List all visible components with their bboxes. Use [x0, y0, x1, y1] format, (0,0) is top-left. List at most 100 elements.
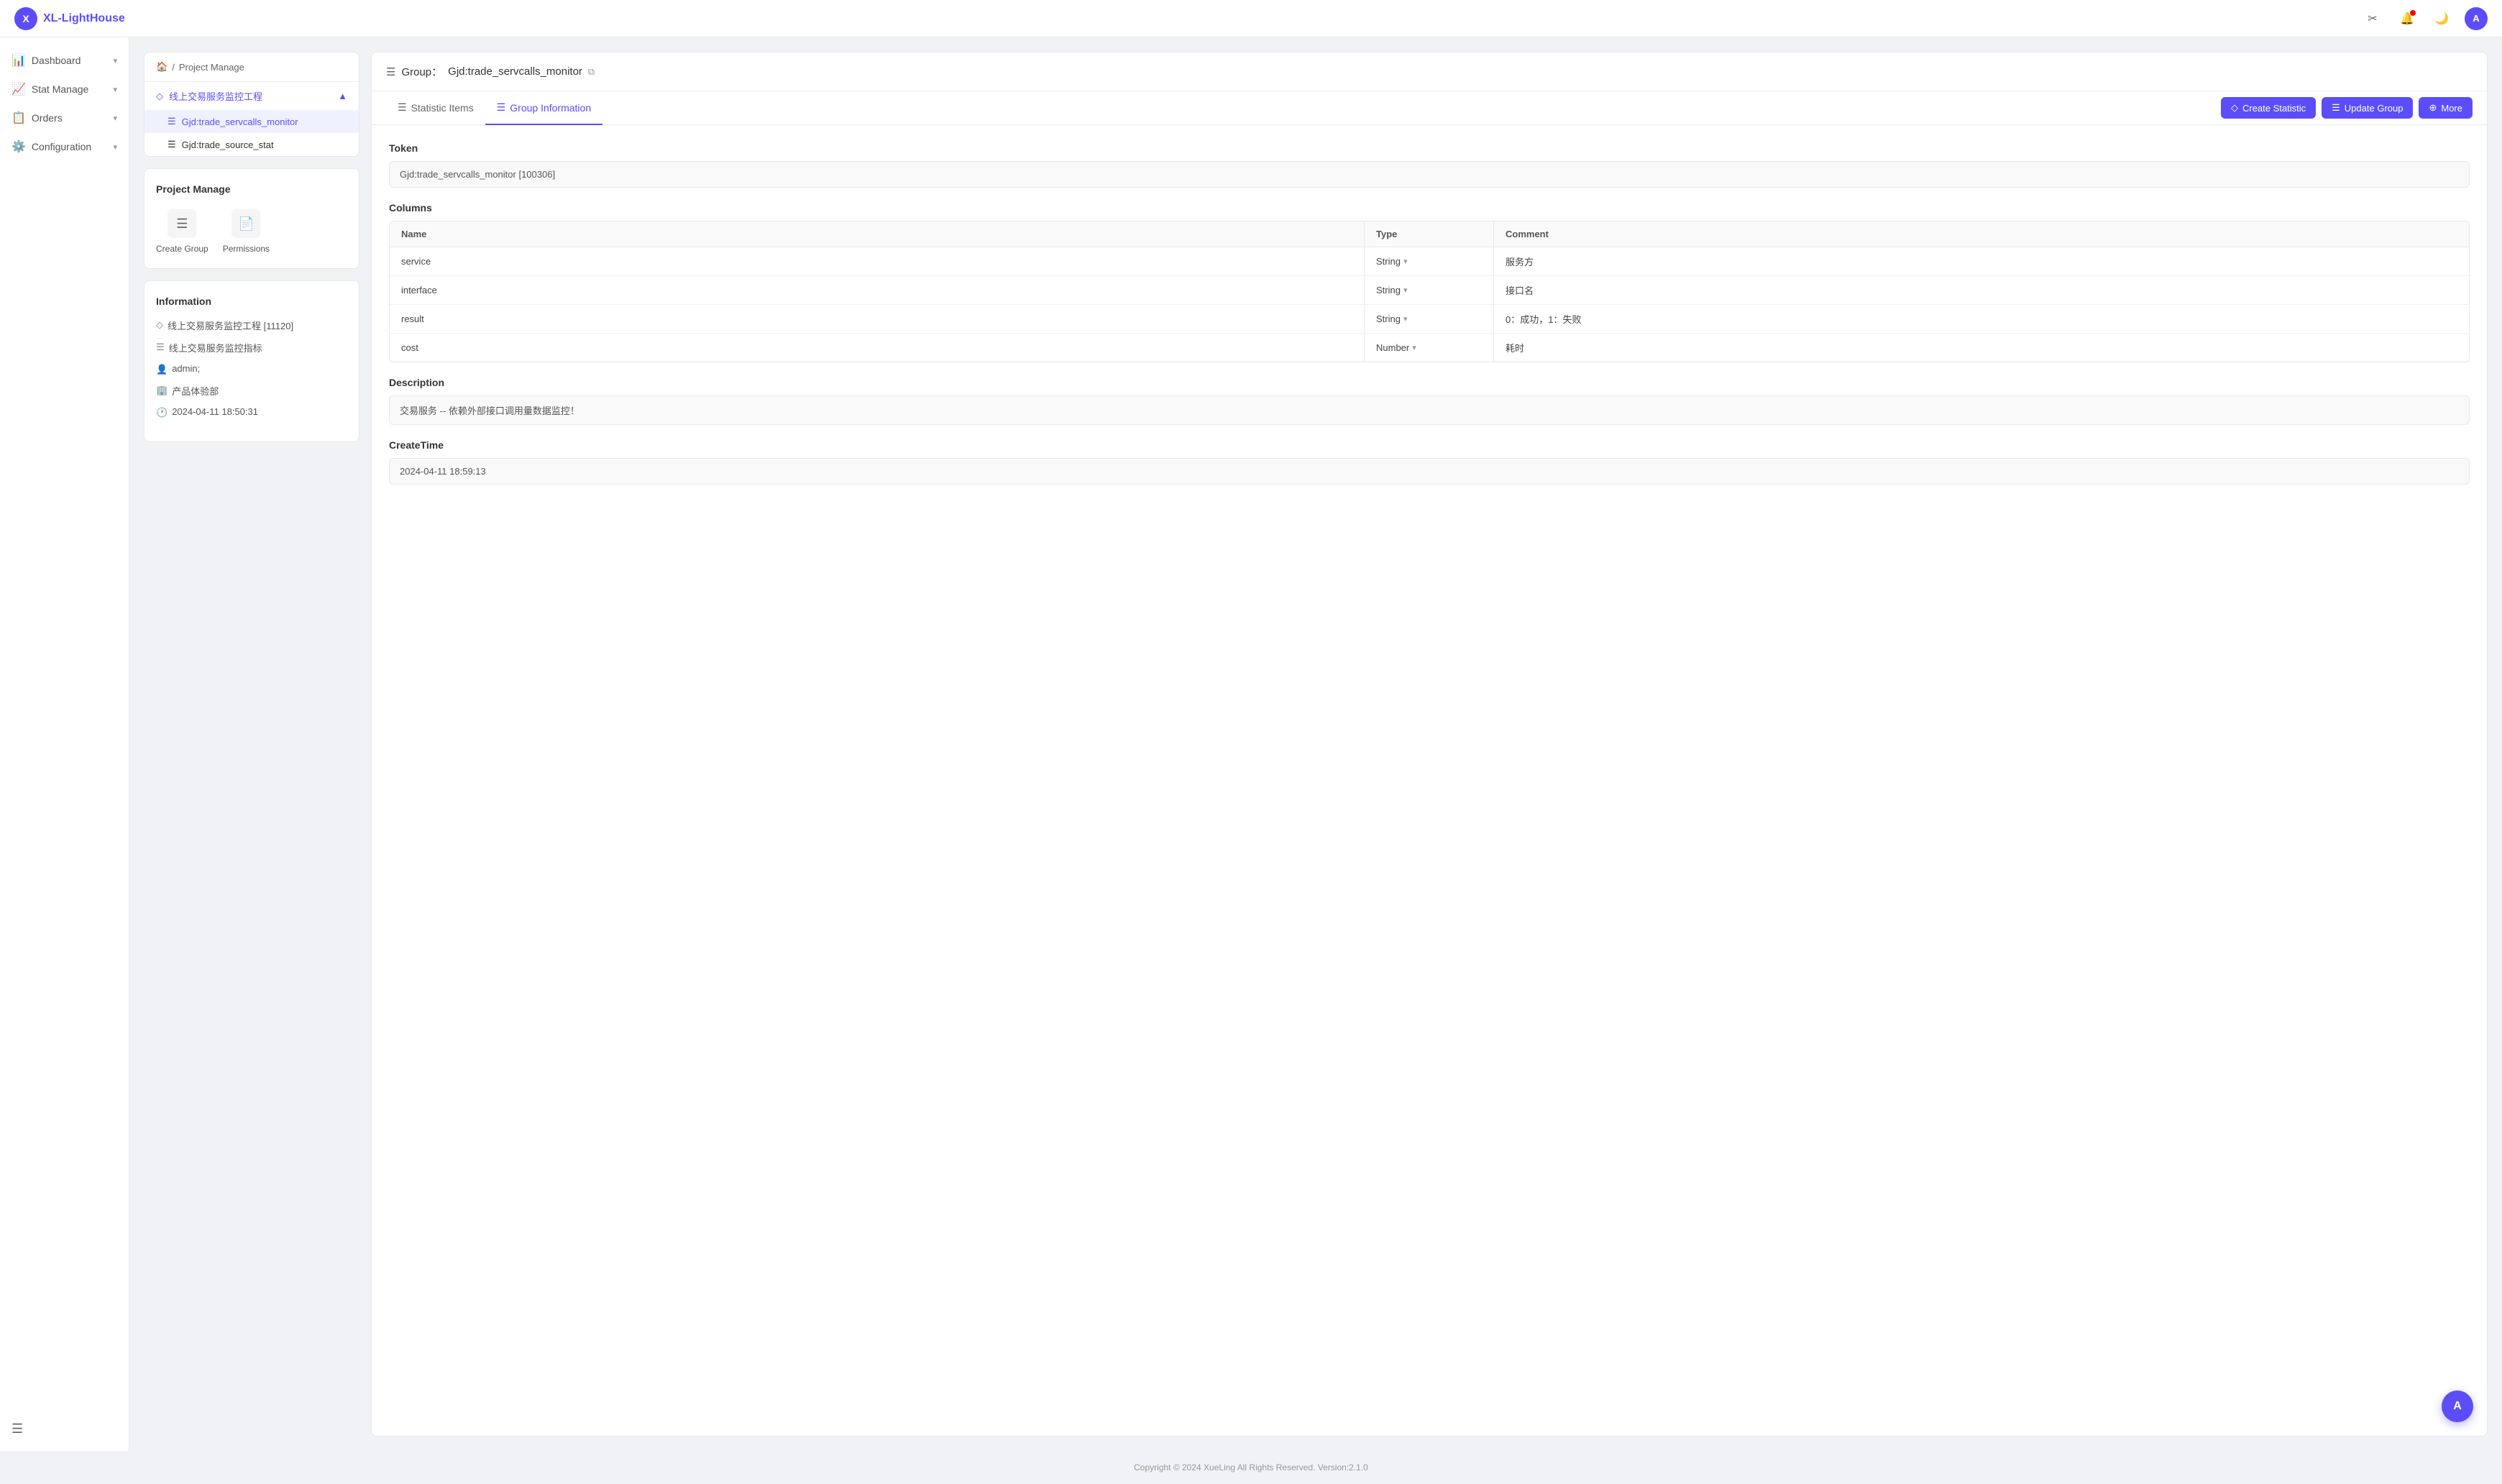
col-head-comment: Comment [1494, 221, 2469, 247]
info-card-title: Information [156, 296, 347, 307]
create-statistic-button[interactable]: ◇ Create Statistic [2221, 97, 2316, 119]
update-group-label: Update Group [2345, 103, 2404, 114]
sidebar-toggle-icon[interactable]: ☰ [12, 1421, 23, 1437]
info-text-1: 线上交易服务监控指标 [169, 341, 262, 354]
info-row-0: ◇ 线上交易服务监控工程 [11120] [156, 319, 347, 332]
create-group-label: Create Group [156, 244, 208, 254]
col-cell-comment-1: 接口名 [1494, 276, 2469, 304]
manage-card: Project Manage ☰ Create Group 📄 Permissi… [144, 168, 359, 269]
create-statistic-icon: ◇ [2231, 102, 2238, 114]
columns-table: Name Type Comment service String ▾ 服务方 i… [389, 221, 2470, 362]
create-time-label: CreateTime [389, 439, 2470, 451]
update-group-icon: ☰ [2332, 102, 2340, 114]
permissions-label: Permissions [223, 244, 270, 254]
token-value: Gjd:trade_servcalls_monitor [100306] [389, 161, 2470, 188]
project-collapse-icon: ▲ [338, 91, 347, 101]
create-statistic-label: Create Statistic [2242, 103, 2306, 114]
group-name: Gjd:trade_servcalls_monitor [448, 65, 582, 78]
sidebar-label-stat-manage: Stat Manage [32, 83, 108, 95]
group-name-0: Gjd:trade_servcalls_monitor [182, 116, 298, 127]
right-panel: ☰ Group： Gjd:trade_servcalls_monitor ⧉ ☰… [371, 52, 2488, 1437]
col-cell-type-2: String ▾ [1365, 305, 1494, 333]
stat-manage-icon: 📈 [12, 82, 26, 96]
fab-label: A [2453, 1400, 2462, 1413]
breadcrumb-current: Project Manage [179, 62, 244, 73]
more-label: More [2441, 103, 2462, 114]
sidebar-item-stat-manage[interactable]: 📈 Stat Manage ▾ [0, 75, 129, 104]
dashboard-icon: 📊 [12, 53, 26, 68]
app-layout: 📊 Dashboard ▾ 📈 Stat Manage ▾ 📋 Orders ▾… [0, 37, 2502, 1451]
group-header: ☰ Group： Gjd:trade_servcalls_monitor ⧉ [372, 52, 2487, 91]
copy-icon[interactable]: ⧉ [588, 66, 595, 78]
notification-dot [2410, 10, 2416, 16]
content-area: Token Gjd:trade_servcalls_monitor [10030… [372, 125, 2487, 1436]
sidebar-label-orders: Orders [32, 112, 108, 124]
type-dropdown-3[interactable]: Number ▾ [1376, 342, 1416, 353]
tab-group-info-icon: ☰ [497, 101, 506, 114]
tree-item-group-1[interactable]: ☰ Gjd:trade_source_stat [145, 133, 359, 156]
type-dropdown-2[interactable]: String ▾ [1376, 313, 1408, 324]
tabs-bar: ☰ Statistic Items ☰ Group Information ◇ … [372, 91, 2487, 125]
sidebar: 📊 Dashboard ▾ 📈 Stat Manage ▾ 📋 Orders ▾… [0, 37, 129, 1451]
columns-section: Columns Name Type Comment service String… [389, 202, 2470, 362]
avatar[interactable]: A [2465, 7, 2488, 30]
col-cell-name-2: result [390, 305, 1365, 333]
info-icon-1: ☰ [156, 342, 165, 353]
type-dropdown-0[interactable]: String ▾ [1376, 256, 1408, 267]
columns-label: Columns [389, 202, 2470, 214]
tab-group-information[interactable]: ☰ Group Information [485, 91, 602, 125]
main-content: 🏠 / Project Manage ◇ 线上交易服务监控工程 ▲ ☰ Gjd:… [129, 37, 2502, 1451]
dropdown-arrow-0: ▾ [1403, 257, 1408, 266]
dropdown-arrow-1: ▾ [1403, 285, 1408, 295]
sidebar-item-configuration[interactable]: ⚙️ Configuration ▾ [0, 132, 129, 161]
dropdown-arrow-3: ▾ [1412, 343, 1416, 352]
home-icon: 🏠 [156, 61, 168, 73]
sidebar-item-orders[interactable]: 📋 Orders ▾ [0, 104, 129, 132]
more-button[interactable]: ⊕ More [2419, 97, 2473, 119]
columns-table-head: Name Type Comment [390, 221, 2469, 247]
footer-text: Copyright © 2024 XueLing All Rights Rese… [1134, 1462, 1368, 1472]
settings-icon[interactable]: ✂ [2361, 7, 2384, 30]
col-cell-name-1: interface [390, 276, 1365, 304]
orders-icon: 📋 [12, 111, 26, 125]
create-group-action[interactable]: ☰ Create Group [156, 209, 208, 254]
description-value: 交易服务 -- 依赖外部接口调用量数据监控！ [389, 395, 2470, 425]
tree-item-group-0[interactable]: ☰ Gjd:trade_servcalls_monitor [145, 110, 359, 133]
left-panel: 🏠 / Project Manage ◇ 线上交易服务监控工程 ▲ ☰ Gjd:… [144, 52, 359, 1437]
footer: Copyright © 2024 XueLing All Rights Rese… [0, 1451, 2502, 1484]
group-icon-0: ☰ [168, 116, 176, 127]
manage-card-title: Project Manage [156, 183, 347, 195]
tab-group-info-label: Group Information [510, 102, 591, 114]
sidebar-item-dashboard[interactable]: 📊 Dashboard ▾ [0, 46, 129, 75]
info-card: Information ◇ 线上交易服务监控工程 [11120] ☰ 线上交易服… [144, 280, 359, 442]
group-icon-1: ☰ [168, 139, 176, 150]
chevron-orders: ▾ [113, 114, 117, 123]
col-cell-comment-0: 服务方 [1494, 247, 2469, 275]
dropdown-arrow-2: ▾ [1403, 314, 1408, 324]
chevron-dashboard: ▾ [113, 56, 117, 65]
info-row-3: 🏢 产品体验部 [156, 384, 347, 398]
col-cell-type-3: Number ▾ [1365, 334, 1494, 362]
notification-icon[interactable]: 🔔 [2396, 7, 2419, 30]
col-head-name: Name [390, 221, 1365, 247]
col-cell-name-0: service [390, 247, 1365, 275]
info-text-3: 产品体验部 [172, 384, 219, 398]
type-dropdown-1[interactable]: String ▾ [1376, 285, 1408, 296]
permissions-action[interactable]: 📄 Permissions [223, 209, 270, 254]
info-icon-4: 🕐 [156, 407, 168, 418]
info-icon-3: 🏢 [156, 385, 168, 396]
app-name: XL-LightHouse [43, 12, 125, 25]
project-tree: 🏠 / Project Manage ◇ 线上交易服务监控工程 ▲ ☰ Gjd:… [144, 52, 359, 157]
info-icon-0: ◇ [156, 319, 163, 331]
group-name-1: Gjd:trade_source_stat [182, 139, 274, 150]
create-time-value: 2024-04-11 18:59:13 [389, 458, 2470, 485]
fab-button[interactable]: A [2442, 1391, 2473, 1422]
table-row: cost Number ▾ 耗时 [390, 334, 2469, 362]
table-row: service String ▾ 服务方 [390, 247, 2469, 276]
project-group-header[interactable]: ◇ 线上交易服务监控工程 ▲ [145, 82, 359, 110]
moon-icon[interactable]: 🌙 [2430, 7, 2453, 30]
token-label: Token [389, 142, 2470, 154]
col-cell-name-3: cost [390, 334, 1365, 362]
update-group-button[interactable]: ☰ Update Group [2322, 97, 2413, 119]
tab-statistic-items[interactable]: ☰ Statistic Items [386, 91, 485, 125]
